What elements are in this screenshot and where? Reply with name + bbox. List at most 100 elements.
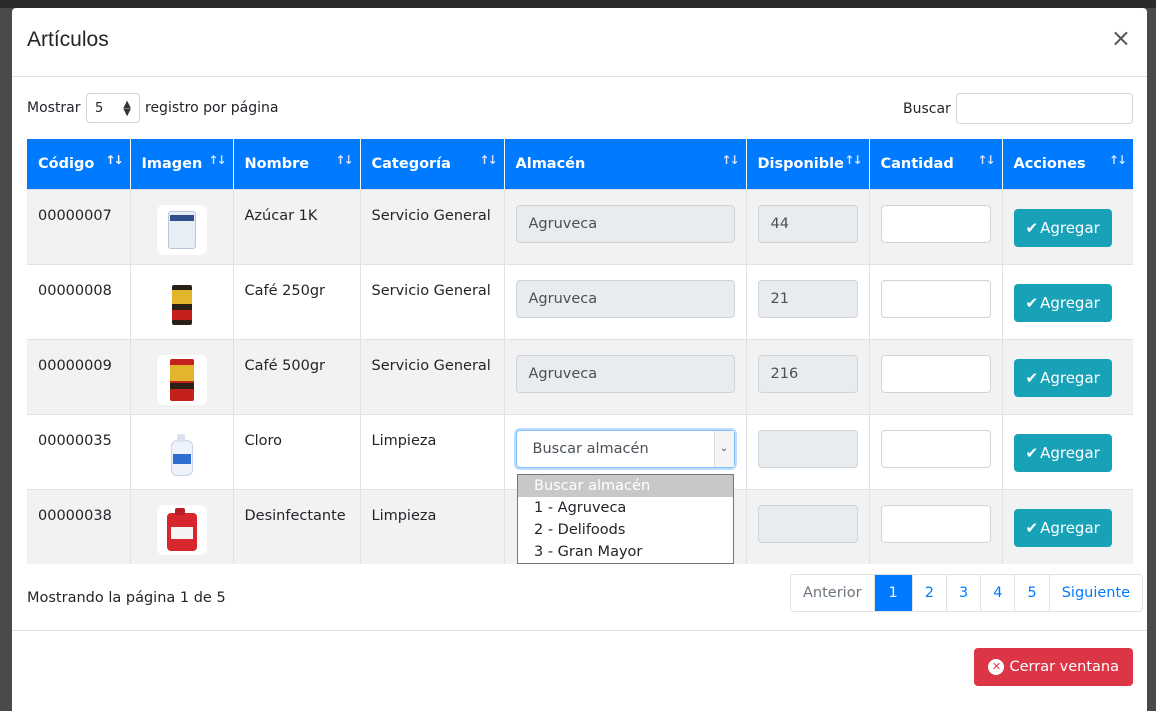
code-cell: 00000008: [27, 263, 130, 339]
add-button[interactable]: ✔ Agregar: [1013, 358, 1112, 397]
pager-page-5[interactable]: 5: [1014, 575, 1048, 611]
image-cell: [129, 338, 233, 414]
header-codigo[interactable]: Código ↑↓: [27, 139, 130, 189]
warehouse-cell: Agruveca: [503, 338, 746, 414]
page-length-value: 5: [95, 101, 104, 116]
warehouse-field: Agruveca: [515, 279, 735, 318]
sort-icon: ↑↓: [844, 153, 862, 167]
category-cell: Servicio General: [359, 263, 504, 339]
actions-cell: ✔ Agregar: [1001, 188, 1133, 264]
warehouse-cell: Agruveca: [503, 188, 746, 264]
available-cell: 21: [745, 263, 869, 339]
available-field: [757, 504, 858, 543]
available-field: [757, 429, 858, 468]
quantity-cell: [868, 488, 1002, 564]
backdrop: [0, 0, 1156, 8]
quantity-cell: [868, 413, 1002, 489]
quantity-input[interactable]: [880, 504, 991, 543]
search-input[interactable]: [956, 93, 1133, 124]
check-icon: ✔: [1025, 443, 1039, 462]
image-cell: [129, 188, 233, 264]
dropdown-option[interactable]: 3 - Gran Mayor: [518, 541, 733, 563]
actions-cell: ✔ Agregar: [1001, 413, 1133, 489]
coffee-bag-icon: [156, 354, 207, 405]
quantity-input[interactable]: [880, 429, 991, 468]
updown-caret-icon: ▲ ▼: [123, 99, 131, 118]
quantity-cell: [868, 338, 1002, 414]
add-button[interactable]: ✔ Agregar: [1013, 208, 1112, 247]
header-almacen[interactable]: Almacén ↑↓: [503, 139, 746, 189]
close-window-label: Cerrar ventana: [1009, 659, 1119, 675]
close-icon[interactable]: ×: [1111, 24, 1131, 52]
modal-header: Artículos ×: [12, 8, 1147, 77]
header-imagen[interactable]: Imagen ↑↓: [129, 139, 233, 189]
sort-icon: ↑↓: [977, 153, 995, 167]
warehouse-cell: Agruveca: [503, 263, 746, 339]
available-field: 44: [757, 204, 858, 243]
header-disponible[interactable]: Disponible ↑↓: [745, 139, 869, 189]
sort-icon: ↑↓: [105, 153, 123, 167]
table-row: 00000008 Café 250gr Servicio General Agr…: [27, 263, 1133, 339]
check-icon: ✔: [1025, 368, 1039, 387]
disinfectant-jug-icon: [156, 504, 207, 555]
dropdown-option[interactable]: 1 - Agruveca: [518, 497, 733, 519]
add-button[interactable]: ✔ Agregar: [1013, 283, 1112, 322]
warehouse-select-value: Buscar almacén: [532, 440, 649, 457]
quantity-cell: [868, 263, 1002, 339]
sort-icon: ↑↓: [721, 153, 739, 167]
table-row: 00000007 Azúcar 1K Servicio General Agru…: [27, 188, 1133, 264]
sort-icon: ↑↓: [479, 153, 497, 167]
pager-page-1[interactable]: 1: [873, 575, 912, 611]
category-cell: Servicio General: [359, 188, 504, 264]
available-field: 216: [757, 354, 858, 393]
actions-cell: ✔ Agregar: [1001, 338, 1133, 414]
pager-page-3[interactable]: 3: [946, 575, 980, 611]
available-field: 21: [757, 279, 858, 318]
available-cell: [745, 413, 869, 489]
add-button[interactable]: ✔ Agregar: [1013, 508, 1112, 547]
available-cell: 44: [745, 188, 869, 264]
warehouse-select[interactable]: Buscar almacén ⌄: [515, 429, 735, 468]
header-cantidad[interactable]: Cantidad ↑↓: [868, 139, 1002, 189]
modal-footer: ✕ Cerrar ventana: [12, 630, 1147, 711]
dropdown-option[interactable]: Buscar almacén: [518, 475, 733, 497]
sort-icon: ↑↓: [335, 153, 353, 167]
dropdown-option[interactable]: 2 - Delifoods: [518, 519, 733, 541]
image-cell: [129, 263, 233, 339]
category-cell: Servicio General: [359, 338, 504, 414]
header-nombre[interactable]: Nombre ↑↓: [232, 139, 360, 189]
pager-previous[interactable]: Anterior: [791, 575, 874, 611]
check-icon: ✔: [1025, 293, 1039, 312]
page-length-select[interactable]: 5 ▲ ▼: [86, 93, 140, 123]
length-suffix: registro por página: [145, 100, 279, 116]
available-cell: [745, 488, 869, 564]
check-icon: ✔: [1025, 218, 1039, 237]
sugar-bag-icon: [156, 204, 207, 255]
quantity-input[interactable]: [880, 354, 991, 393]
table-controls: Mostrar 5 ▲ ▼ registro por página Buscar: [27, 93, 1133, 125]
chevron-down-icon: ⌄: [713, 430, 734, 467]
pager-page-2[interactable]: 2: [911, 575, 946, 611]
category-cell: Limpieza: [359, 413, 504, 489]
header-acciones[interactable]: Acciones ↑↓: [1001, 139, 1133, 189]
quantity-input[interactable]: [880, 279, 991, 318]
pager-page-4[interactable]: 4: [980, 575, 1014, 611]
code-cell: 00000007: [27, 188, 130, 264]
header-categoria[interactable]: Categoría ↑↓: [359, 139, 504, 189]
actions-cell: ✔ Agregar: [1001, 488, 1133, 564]
quantity-input[interactable]: [880, 204, 991, 243]
quantity-cell: [868, 188, 1002, 264]
name-cell: Azúcar 1K: [232, 188, 360, 264]
code-cell: 00000035: [27, 413, 130, 489]
close-window-button[interactable]: ✕ Cerrar ventana: [974, 648, 1133, 686]
warehouse-field: Agruveca: [515, 204, 735, 243]
pagination-info: Mostrando la página 1 de 5: [27, 590, 226, 606]
pager-next[interactable]: Siguiente: [1048, 575, 1142, 611]
check-icon: ✔: [1025, 518, 1039, 537]
length-prefix: Mostrar: [27, 100, 81, 116]
articles-modal: Artículos × Mostrar 5 ▲ ▼ registro por pá…: [12, 8, 1147, 711]
warehouse-field: Agruveca: [515, 354, 735, 393]
code-cell: 00000038: [27, 488, 130, 564]
add-button[interactable]: ✔ Agregar: [1013, 433, 1112, 472]
name-cell: Desinfectante: [232, 488, 360, 564]
